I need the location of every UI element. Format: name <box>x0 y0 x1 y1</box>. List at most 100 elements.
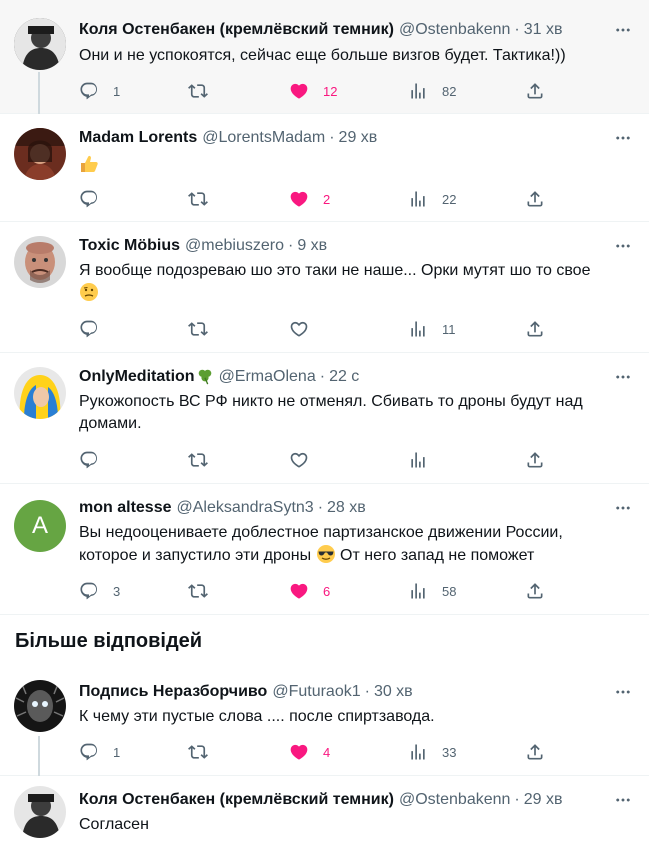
tweet[interactable]: Madam Lorents @LorentsMadam · 29 хв 2 22 <box>0 114 649 222</box>
like-button[interactable]: 4 <box>289 740 330 764</box>
user-handle[interactable]: @Ostenbakenn <box>399 20 510 40</box>
like-button[interactable] <box>289 448 309 472</box>
tweet[interactable]: Коля Остенбакен (кремлёвский темник) @Os… <box>0 0 649 114</box>
more-options-icon[interactable] <box>613 367 633 387</box>
reply-icon <box>79 581 99 601</box>
user-handle[interactable]: @LorentsMadam <box>202 128 325 148</box>
tweet-text: Согласен <box>79 816 149 833</box>
share-button[interactable] <box>525 740 545 764</box>
reply-icon <box>79 450 99 470</box>
reply-button[interactable] <box>79 448 99 472</box>
display-name[interactable]: Коля Остенбакен (кремлёвский темник) <box>79 20 394 40</box>
display-name[interactable]: Toxic Möbius <box>79 236 180 256</box>
more-options-icon[interactable] <box>613 236 633 256</box>
user-handle[interactable]: @ErmaOlena <box>219 367 316 387</box>
liked-heart-icon <box>289 742 309 762</box>
like-button[interactable]: 2 <box>289 187 330 211</box>
like-count: 6 <box>323 583 331 599</box>
views-button[interactable]: 58 <box>408 579 456 603</box>
tweet-text: К чему эти пустые слова .... после спирт… <box>79 708 435 725</box>
retweet-icon <box>188 81 208 101</box>
views-button[interactable]: 82 <box>408 79 456 103</box>
retweet-icon <box>188 319 208 339</box>
retweet-icon <box>188 450 208 470</box>
avatar-letter: A <box>31 512 48 539</box>
tweet[interactable]: Подпись Неразборчиво @Futuraok1 · 30 хв … <box>0 668 649 776</box>
timestamp[interactable]: 31 хв <box>524 20 563 40</box>
display-name[interactable]: Подпись Неразборчиво <box>79 682 267 702</box>
like-button[interactable]: 12 <box>289 79 337 103</box>
share-button[interactable] <box>525 317 545 341</box>
avatar[interactable] <box>14 367 66 419</box>
tweet-text: Они и не успокоятся, сейчас еще больше в… <box>79 47 566 64</box>
more-options-icon[interactable] <box>613 790 633 810</box>
timestamp[interactable]: 9 хв <box>297 236 327 256</box>
reply-button[interactable]: 3 <box>79 579 120 603</box>
reply-button[interactable]: 1 <box>79 740 120 764</box>
share-icon <box>525 742 545 762</box>
retweet-button[interactable] <box>188 317 208 341</box>
avatar[interactable] <box>14 18 66 70</box>
share-button[interactable] <box>525 187 545 211</box>
like-button[interactable] <box>289 317 309 341</box>
tweet-actions: 2 22 <box>79 187 549 211</box>
share-button[interactable] <box>525 448 545 472</box>
display-name[interactable]: Коля Остенбакен (кремлёвский темник) <box>79 790 394 810</box>
retweet-icon <box>188 189 208 209</box>
retweet-button[interactable] <box>188 448 208 472</box>
retweet-icon <box>188 742 208 762</box>
thumbs-up-icon <box>81 155 98 172</box>
reply-count: 3 <box>113 583 121 599</box>
avatar[interactable]: A <box>14 500 66 552</box>
more-options-icon[interactable] <box>613 498 633 518</box>
timestamp[interactable]: 28 хв <box>327 498 366 518</box>
share-icon <box>525 81 545 101</box>
tweet[interactable]: Коля Остенбакен (кремлёвский темник) @Os… <box>0 776 649 844</box>
display-name[interactable]: mon altesse <box>79 498 171 518</box>
user-handle[interactable]: @Futuraok1 <box>272 682 360 702</box>
reply-icon <box>79 81 99 101</box>
user-handle[interactable]: @mebiuszero <box>185 236 284 256</box>
more-options-icon[interactable] <box>613 20 633 40</box>
avatar[interactable] <box>14 236 66 288</box>
views-icon <box>408 742 428 762</box>
timestamp[interactable]: 29 хв <box>339 128 378 148</box>
like-count: 4 <box>323 744 331 760</box>
retweet-button[interactable] <box>188 740 208 764</box>
views-button[interactable] <box>408 448 428 472</box>
separator: · <box>514 791 520 808</box>
retweet-button[interactable] <box>188 79 208 103</box>
reply-count: 1 <box>113 744 121 760</box>
avatar[interactable] <box>14 128 66 180</box>
retweet-button[interactable] <box>188 579 208 603</box>
timestamp[interactable]: 29 хв <box>524 790 563 810</box>
avatar[interactable] <box>14 680 66 732</box>
reply-button[interactable] <box>79 187 99 211</box>
like-button[interactable]: 6 <box>289 579 330 603</box>
retweet-button[interactable] <box>188 187 208 211</box>
share-icon <box>525 319 545 339</box>
views-icon <box>408 319 428 339</box>
avatar[interactable] <box>14 786 66 838</box>
tweet[interactable]: OnlyMeditation @ErmaOlena · 22 с Рукожоп… <box>0 353 649 484</box>
timestamp[interactable]: 30 хв <box>374 682 413 702</box>
liked-heart-icon <box>289 189 309 209</box>
tweet[interactable]: Toxic Möbius @mebiuszero · 9 хв Я вообще… <box>0 222 649 353</box>
share-button[interactable] <box>525 79 545 103</box>
retweet-icon <box>188 581 208 601</box>
more-options-icon[interactable] <box>613 128 633 148</box>
reply-button[interactable]: 1 <box>79 79 120 103</box>
timestamp[interactable]: 22 с <box>329 367 359 387</box>
views-button[interactable]: 33 <box>408 740 456 764</box>
share-button[interactable] <box>525 579 545 603</box>
views-button[interactable]: 22 <box>408 187 456 211</box>
reply-button[interactable] <box>79 317 99 341</box>
user-handle[interactable]: @AleksandraSytn3 <box>176 498 313 518</box>
tweet-actions: 1 12 82 <box>79 79 549 103</box>
display-name[interactable]: Madam Lorents <box>79 128 197 148</box>
views-button[interactable]: 11 <box>408 317 456 341</box>
more-options-icon[interactable] <box>613 682 633 702</box>
tweet[interactable]: A mon altesse @AleksandraSytn3 · 28 хв В… <box>0 484 649 615</box>
user-handle[interactable]: @Ostenbakenn <box>399 790 510 810</box>
display-name[interactable]: OnlyMeditation <box>79 367 214 387</box>
